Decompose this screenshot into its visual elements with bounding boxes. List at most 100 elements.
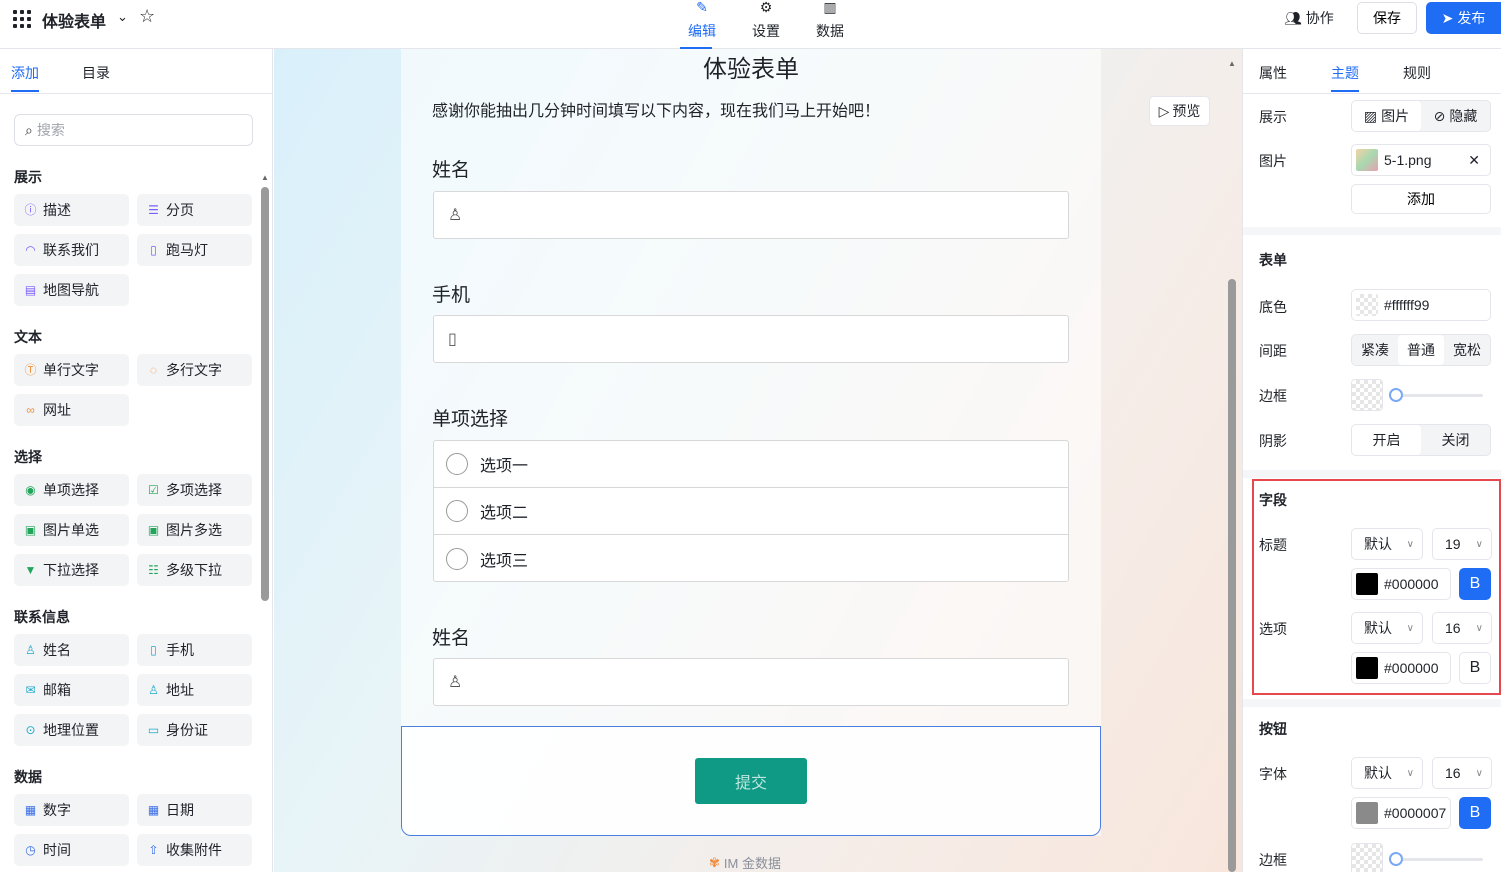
divider (1243, 227, 1501, 235)
spacing-compact[interactable]: 紧凑 (1352, 335, 1398, 365)
slider-track[interactable] (1391, 858, 1483, 861)
radio-button[interactable] (446, 500, 468, 522)
chevron-down-icon[interactable]: ⌄ (117, 9, 128, 25)
component-label: 时间 (43, 842, 71, 858)
color-swatch[interactable] (1351, 379, 1383, 411)
scroll-up-icon[interactable]: ▲ (261, 173, 269, 182)
form-description[interactable]: 感谢你能抽出几分钟时间填写以下内容，现在我们马上开始吧！ (432, 97, 880, 121)
color-swatch[interactable] (1356, 657, 1378, 679)
name-input-2[interactable]: ♙ (433, 658, 1069, 706)
publish-button[interactable]: ➤ 发布 (1426, 2, 1501, 34)
tab-add[interactable]: 添加 (11, 63, 39, 92)
component-upload[interactable]: ⇧ 收集附件 (137, 834, 252, 866)
component-description[interactable]: ⓘ 描述 (14, 194, 129, 226)
option-color-field[interactable]: #000000 (1351, 652, 1451, 684)
color-swatch[interactable] (1351, 843, 1383, 872)
left-scrollbar[interactable] (261, 187, 269, 601)
bg-color-field[interactable]: #ffffff99 (1351, 289, 1491, 321)
component-map-nav[interactable]: ▤ 地图导航 (14, 274, 129, 306)
canvas-form-title[interactable]: 体验表单 (401, 49, 1101, 84)
color-swatch[interactable] (1356, 294, 1378, 316)
apps-grid-icon[interactable] (13, 10, 31, 28)
border-slider[interactable] (1351, 379, 1491, 411)
submit-button[interactable]: 提交 (695, 758, 807, 804)
tab-settings[interactable]: ⚙ 设置 (734, 0, 798, 49)
close-icon[interactable]: ✕ (1468, 152, 1480, 169)
collab-button[interactable]: 👥︎ 协作 (1284, 8, 1334, 28)
component-number[interactable]: ▦ 数字 (14, 794, 129, 826)
component-dropdown[interactable]: ▼ 下拉选择 (14, 554, 129, 586)
field-label-name-2[interactable]: 姓名 (432, 623, 470, 650)
button-bold-button[interactable]: B (1459, 797, 1491, 829)
choice-option[interactable]: 选项二 (434, 488, 1068, 535)
tab-edit[interactable]: ✎ 编辑 (670, 0, 734, 49)
spacing-loose[interactable]: 宽松 (1444, 335, 1490, 365)
slider-handle[interactable] (1389, 388, 1403, 402)
component-multi-choice[interactable]: ☑ 多项选择 (137, 474, 252, 506)
tab-theme[interactable]: 主题 (1331, 63, 1359, 92)
add-image-button[interactable]: 添加 (1351, 184, 1491, 214)
title-size-select[interactable]: 19 ∨ (1432, 528, 1492, 560)
component-single-choice[interactable]: ◉ 单项选择 (14, 474, 129, 506)
button-size-select[interactable]: 16 ∨ (1432, 757, 1492, 789)
option-font-select[interactable]: 默认 ∨ (1351, 612, 1423, 644)
canvas-scrollbar[interactable] (1228, 279, 1236, 872)
button-font-select[interactable]: 默认 ∨ (1351, 757, 1423, 789)
component-cascade[interactable]: ☷ 多级下拉 (137, 554, 252, 586)
component-image-check[interactable]: ▣ 图片多选 (137, 514, 252, 546)
color-swatch[interactable] (1356, 802, 1378, 824)
tab-rules[interactable]: 规则 (1403, 63, 1431, 83)
display-image-option[interactable]: ▨ 图片 (1352, 101, 1421, 131)
title-color-field[interactable]: #000000 (1351, 568, 1451, 600)
button-color-field[interactable]: #0000007 (1351, 797, 1451, 829)
field-label-phone[interactable]: 手机 (432, 280, 470, 307)
component-url[interactable]: ∞ 网址 (14, 394, 129, 426)
button-border-slider[interactable] (1351, 843, 1491, 872)
slider-handle[interactable] (1389, 852, 1403, 866)
option-label: 选项二 (480, 505, 529, 522)
choice-option[interactable]: 选项三 (434, 535, 1068, 582)
star-icon[interactable]: ☆ (139, 6, 155, 27)
title-font-select[interactable]: 默认 ∨ (1351, 528, 1423, 560)
shadow-on[interactable]: 开启 (1352, 425, 1421, 455)
title-bold-button[interactable]: B (1459, 568, 1491, 600)
slider-track[interactable] (1391, 394, 1483, 397)
choice-option[interactable]: 选项一 (434, 441, 1068, 488)
option-bold-button[interactable]: B (1459, 652, 1491, 684)
component-date[interactable]: ▦ 日期 (137, 794, 252, 826)
image-file-field[interactable]: 5-1.png ✕ (1351, 144, 1491, 176)
option-size-select[interactable]: 16 ∨ (1432, 612, 1492, 644)
component-name[interactable]: ♙ 姓名 (14, 634, 129, 666)
field-label-choice[interactable]: 单项选择 (432, 404, 508, 431)
component-phone[interactable]: ▯ 手机 (137, 634, 252, 666)
component-single-text[interactable]: Ⓣ 单行文字 (14, 354, 129, 386)
component-image-radio[interactable]: ▣ 图片单选 (14, 514, 129, 546)
spacing-normal[interactable]: 普通 (1398, 335, 1444, 365)
display-hide-option[interactable]: ⊘ 隐藏 (1421, 101, 1490, 131)
brand-footer[interactable]: ✾ IM 金数据 (709, 853, 781, 872)
save-button[interactable]: 保存 (1357, 2, 1417, 34)
component-page-break[interactable]: ☰ 分页 (137, 194, 252, 226)
component-carousel[interactable]: ▯ 跑马灯 (137, 234, 252, 266)
search-input[interactable]: ⌕ 搜索 (14, 114, 253, 146)
component-contact-us[interactable]: ◠ 联系我们 (14, 234, 129, 266)
component-time[interactable]: ◷ 时间 (14, 834, 129, 866)
component-multi-text[interactable]: ◌ 多行文字 (137, 354, 252, 386)
tab-catalog[interactable]: 目录 (82, 63, 110, 83)
scroll-up-icon[interactable]: ▲ (1228, 59, 1236, 68)
radio-button[interactable] (446, 453, 468, 475)
color-swatch[interactable] (1356, 573, 1378, 595)
component-email[interactable]: ✉ 邮箱 (14, 674, 129, 706)
shadow-off[interactable]: 关闭 (1421, 425, 1490, 455)
field-label-name[interactable]: 姓名 (432, 155, 470, 182)
submit-section[interactable]: 提交 (401, 726, 1101, 836)
component-id-card[interactable]: ▭ 身份证 (137, 714, 252, 746)
component-location[interactable]: ⊙ 地理位置 (14, 714, 129, 746)
tab-properties[interactable]: 属性 (1259, 63, 1287, 83)
component-address[interactable]: ♙ 地址 (137, 674, 252, 706)
phone-input[interactable]: ▯ (433, 315, 1069, 363)
name-input[interactable]: ♙ (433, 191, 1069, 239)
radio-button[interactable] (446, 547, 468, 570)
preview-button[interactable]: ▷ 预览 (1149, 96, 1210, 126)
tab-data[interactable]: ▥ 数据 (798, 0, 862, 49)
